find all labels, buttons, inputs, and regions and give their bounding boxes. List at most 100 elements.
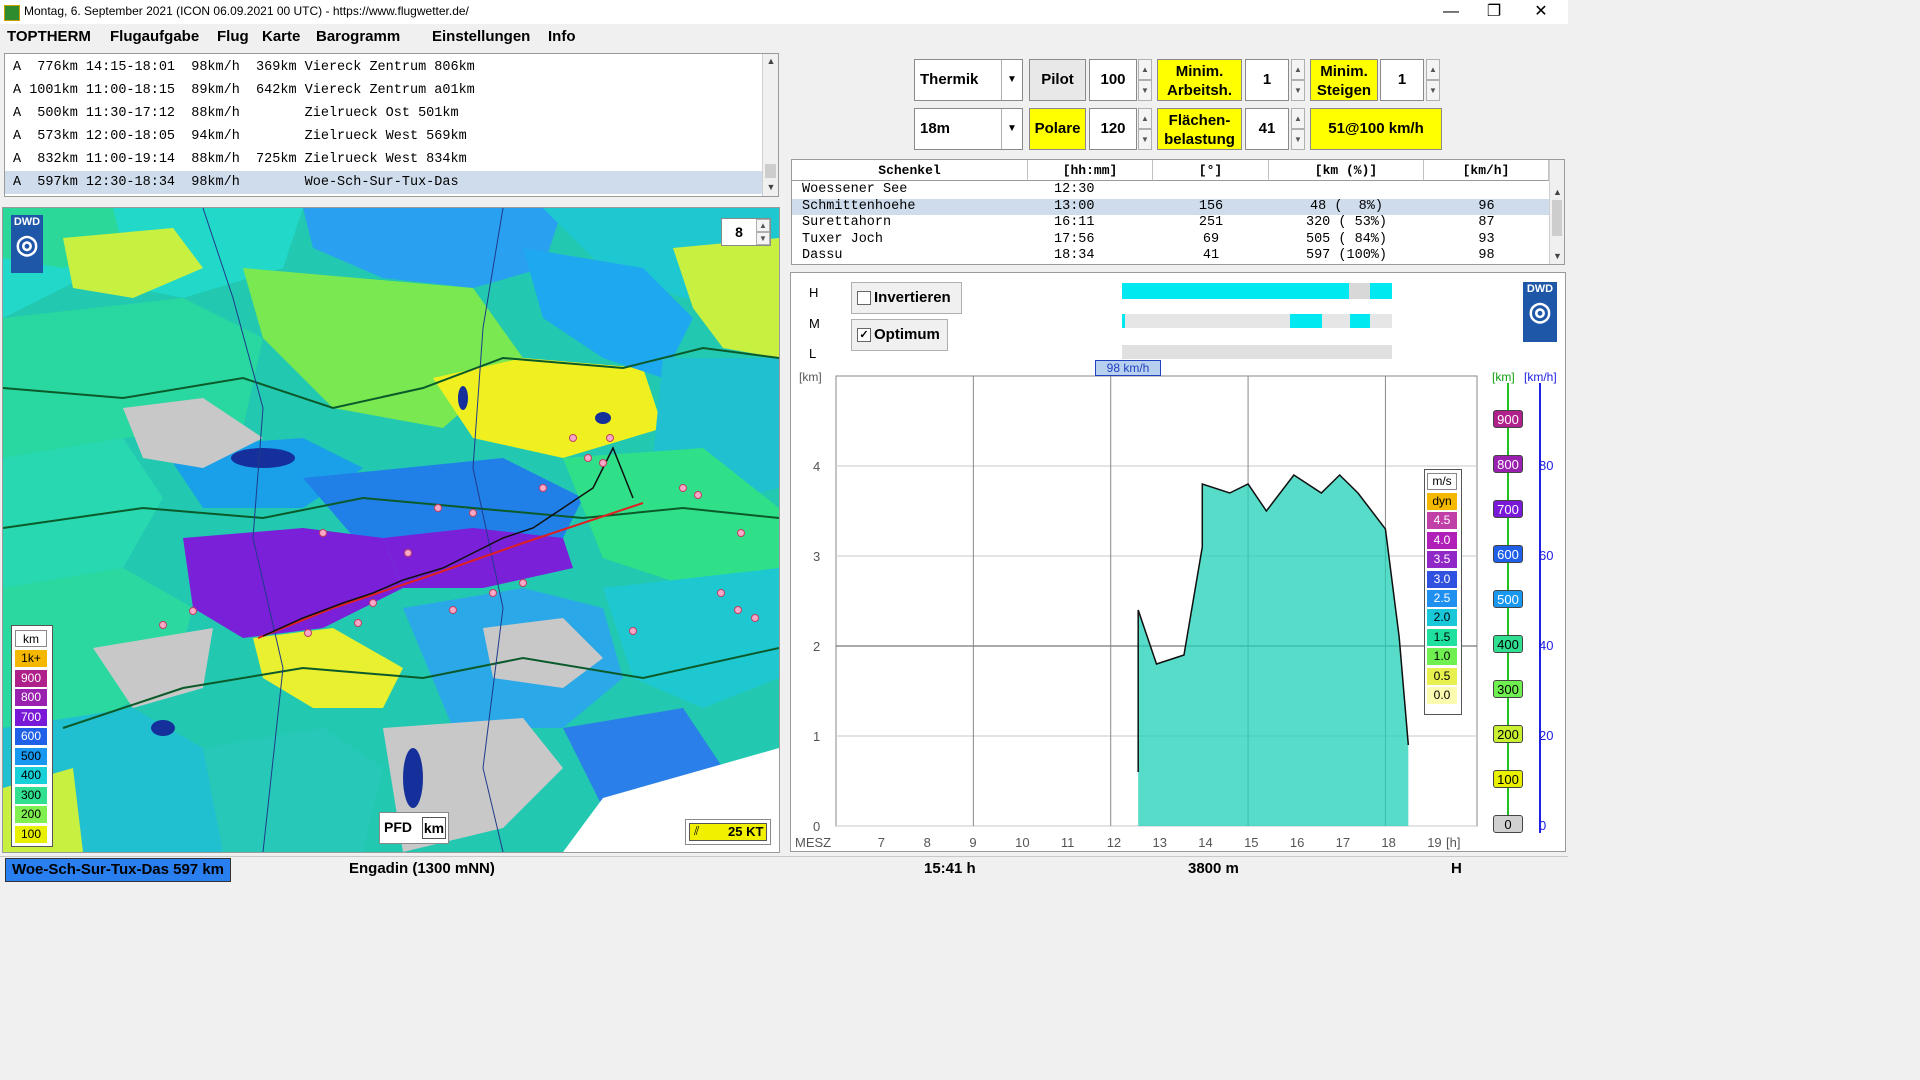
task-list-scrollbar[interactable]: ▲ ▼ [762,54,778,196]
cell-kmh: 98 [1478,248,1495,264]
km-button[interactable]: km [422,817,446,839]
kmh-tick-label: 60 [1539,548,1554,563]
legend-title: km [15,630,47,647]
wind-barb-icon: ⫽ [694,824,700,838]
min-arbeit-down-icon[interactable]: ▼ [1291,80,1305,101]
polare-input[interactable]: 120 [1089,108,1137,150]
table-row-selected[interactable]: Schmittenhoehe 13:00 156 48 ( 8%) 96 [792,198,1549,215]
min-arbeit-up-icon[interactable]: ▲ [1291,59,1305,80]
ms-legend-item: dyn [1427,493,1457,510]
cell-kmh: 96 [1478,198,1495,214]
ms-legend-item: 1.5 [1427,628,1457,646]
scroll-up-icon[interactable]: ▲ [763,54,778,68]
pfd-button[interactable]: PFD [384,819,412,835]
pilot-up-icon[interactable]: ▲ [1138,59,1152,80]
legend-item: 900 [15,669,47,687]
chevron-down-icon[interactable]: ▼ [1001,109,1022,149]
task-row[interactable]: A 776km 14:15-18:01 98km/h 369km Viereck… [5,56,762,79]
y-tick-label: 0 [813,819,820,834]
wind-badge: ⫽ 25 KT [689,823,767,841]
km-scale-badge: 400 [1493,635,1523,653]
zoom-down-icon[interactable]: ▼ [756,232,770,245]
cell-km: 320 ( 53%) [1305,215,1387,231]
minimize-button[interactable]: — [1428,0,1474,24]
menu-flug[interactable]: Flug [217,28,249,45]
menu-einstellungen[interactable]: Einstellungen [432,28,530,45]
task-row[interactable]: A 573km 12:00-18:05 94km/h Zielrueck Wes… [5,125,762,148]
zoom-up-icon[interactable]: ▲ [756,219,770,232]
km-scale-badge: 600 [1493,545,1523,563]
ms-legend-item: 4.5 [1427,512,1457,530]
scroll-up-icon[interactable]: ▲ [1550,186,1564,198]
x-tick-label: 13 [1153,835,1167,850]
flaechen-label: Flächen- belastung [1157,108,1242,150]
zoom-spinner[interactable]: 8 ▲ ▼ [721,218,771,246]
col-header-schenkel[interactable]: Schenkel [792,160,1028,181]
col-header-kmh[interactable]: [km/h] [1424,160,1549,181]
min-steigen-up-icon[interactable]: ▲ [1426,59,1440,80]
x-tick-label: 15 [1244,835,1258,850]
scroll-down-icon[interactable]: ▼ [1550,250,1564,262]
polare-down-icon[interactable]: ▼ [1138,129,1152,150]
menu-barogramm[interactable]: Barogramm [316,28,400,45]
barogram-panel[interactable]: H M L Invertieren ✓ Optimum DWD ◎ [km] [… [790,272,1566,852]
pfd-km-toggle[interactable]: PFD km [379,812,449,844]
scroll-thumb[interactable] [1552,200,1562,236]
y-tick-label: 4 [813,459,820,474]
cell-kmh: 87 [1478,215,1495,231]
cell-km [1269,182,1424,198]
km-scale-badge: 0 [1493,815,1523,833]
leg-table-scrollbar[interactable]: ▲ ▼ [1549,160,1564,264]
chevron-down-icon[interactable]: ▼ [1001,60,1022,100]
zoom-value[interactable]: 8 [722,219,756,245]
task-row-selected[interactable]: A 597km 12:30-18:34 98km/h Woe-Sch-Sur-T… [5,171,762,194]
maximize-button[interactable]: ❐ [1471,0,1517,24]
span-select[interactable]: 18m ▼ [914,108,1023,150]
leg-table[interactable]: Schenkel [hh:mm] [°] [km (%)] [km/h] Woe… [791,159,1565,265]
x-axis-label: MESZ [795,835,831,850]
pilot-input[interactable]: 100 [1089,59,1137,101]
flaechen-input[interactable]: 41 [1245,108,1289,150]
x-tick-label: 11 [1061,835,1075,850]
polare-up-icon[interactable]: ▲ [1138,108,1152,129]
x-tick-label: 14 [1198,835,1212,850]
pilot-down-icon[interactable]: ▼ [1138,80,1152,101]
flaechen-up-icon[interactable]: ▲ [1291,108,1305,129]
weather-map[interactable]: DWD ◎ 8 ▲ ▼ km 1k+ 900 800 700 600 500 400 300 2… [2,207,780,853]
cell-name: Woessener See [802,182,908,197]
mode-select-value[interactable]: Thermik [920,71,978,88]
menu-info[interactable]: Info [548,28,576,45]
task-list[interactable]: A 776km 14:15-18:01 98km/h 369km Viereck… [4,53,779,197]
col-header-km[interactable]: [km (%)] [1269,160,1424,181]
table-row[interactable]: Tuxer Joch 17:56 69 505 ( 84%) 93 [792,232,1549,248]
flaechen-down-icon[interactable]: ▼ [1291,129,1305,150]
table-row[interactable]: Woessener See 12:30 [792,182,1549,198]
min-steigen-input[interactable]: 1 [1380,59,1424,101]
x-tick-label: 10 [1015,835,1029,850]
task-row[interactable]: A 832km 11:00-19:14 88km/h 725km Zielrue… [5,148,762,171]
min-steigen-down-icon[interactable]: ▼ [1426,80,1440,101]
menu-toptherm[interactable]: TOPTHERM [7,28,91,45]
table-row[interactable]: Dassu 18:34 41 597 (100%) 98 [792,248,1549,264]
col-header-deg[interactable]: [°] [1153,160,1269,181]
menu-flugaufgabe[interactable]: Flugaufgabe [110,28,199,45]
close-button[interactable]: ✕ [1518,0,1564,24]
x-tick-label: 8 [924,835,931,850]
min-arbeit-input[interactable]: 1 [1245,59,1289,101]
span-select-value[interactable]: 18m [920,120,950,137]
x-tick-label: 17 [1336,835,1350,850]
legend-item: 400 [15,767,47,784]
mode-select[interactable]: Thermik ▼ [914,59,1023,101]
table-row[interactable]: Surettahorn 16:11 251 320 ( 53%) 87 [792,215,1549,231]
scroll-down-icon[interactable]: ▼ [763,180,778,194]
task-row[interactable]: A 1001km 11:00-18:15 89km/h 642km Vierec… [5,79,762,102]
scroll-thumb[interactable] [765,164,776,178]
menu-karte[interactable]: Karte [262,28,300,45]
x-tick-label: 16 [1290,835,1304,850]
task-row[interactable]: A 500km 11:30-17:12 88km/h Zielrueck Ost… [5,102,762,125]
map-canvas [3,208,779,852]
polare-label: Polare [1029,108,1086,150]
legend-item: 700 [15,708,47,726]
col-header-time[interactable]: [hh:mm] [1028,160,1153,181]
legend-item: 600 [15,728,47,745]
